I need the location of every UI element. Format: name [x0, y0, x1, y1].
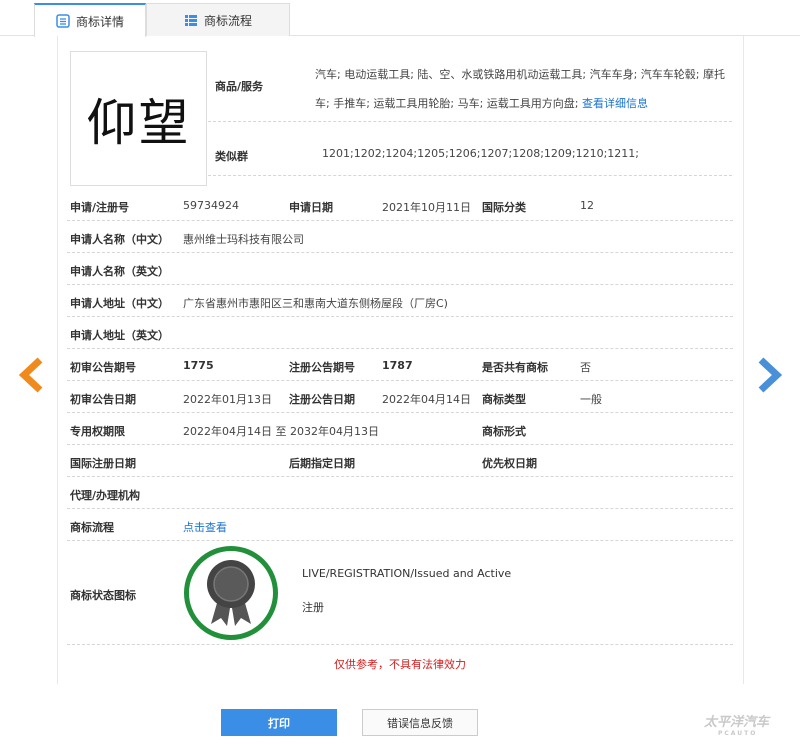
divider [208, 121, 732, 122]
watermark-text: 太平洋汽车 [704, 715, 770, 730]
exclusive-period-value: 2022年04月14日 至 2032年04月13日 [183, 425, 379, 438]
error-feedback-button[interactable]: 错误信息反馈 [362, 709, 478, 736]
agent-label: 代理/办理机构 [70, 489, 141, 502]
similar-group-value: 1201;1202;1204;1205;1206;1207;1208;1209;… [322, 147, 640, 160]
later-designation-label: 后期指定日期 [289, 457, 355, 470]
address-en-label: 申请人地址（英文） [70, 329, 169, 342]
status-ring [184, 546, 278, 640]
previous-arrow-icon[interactable] [18, 357, 44, 393]
view-details-link[interactable]: 查看详细信息 [582, 97, 648, 110]
reg-no-label: 申请/注册号 [70, 201, 130, 214]
list-icon [184, 13, 198, 27]
shared-label: 是否共有商标 [482, 361, 548, 374]
status-text-cn: 注册 [302, 601, 324, 614]
address-cn-value: 广东省惠州市惠阳区三和惠南大道东侧杨屋段（厂房C) [183, 297, 448, 310]
applicant-cn-value: 惠州维士玛科技有限公司 [183, 233, 304, 246]
shared-value: 否 [580, 361, 591, 374]
similar-group-label: 类似群 [215, 150, 248, 163]
divider [67, 252, 733, 253]
divider [67, 284, 733, 285]
divider [67, 316, 733, 317]
status-icon-label: 商标状态图标 [70, 589, 136, 602]
apply-date-label: 申请日期 [289, 201, 333, 214]
address-cn-label: 申请人地址（中文） [70, 297, 169, 310]
award-ribbon-icon [207, 560, 255, 626]
applicant-en-label: 申请人名称（英文） [70, 265, 169, 278]
prelim-pub-date-label: 初审公告日期 [70, 393, 136, 406]
divider [67, 412, 733, 413]
print-button[interactable]: 打印 [221, 709, 337, 736]
divider [67, 540, 733, 541]
apply-date-value: 2021年10月11日 [382, 201, 471, 214]
prelim-pub-no-value: 1775 [183, 359, 214, 372]
tm-type-value: 一般 [580, 393, 602, 406]
divider [67, 508, 733, 509]
tab-trademark-details[interactable]: 商标详情 [34, 3, 146, 37]
priority-date-label: 优先权日期 [482, 457, 537, 470]
goods-label: 商品/服务 [215, 80, 264, 93]
tm-form-label: 商标形式 [482, 425, 526, 438]
goods-list: 汽车; 电动运载工具; 陆、空、水或铁路用机动运载工具; 汽车车身; 汽车车轮毂… [315, 68, 726, 110]
tab-label: 商标流程 [203, 13, 252, 28]
tm-type-label: 商标类型 [482, 393, 526, 406]
divider [67, 380, 733, 381]
intl-class-value: 12 [580, 199, 594, 212]
goods-text: 汽车; 电动运载工具; 陆、空、水或铁路用机动运载工具; 汽车车身; 汽车车轮毂… [315, 60, 730, 118]
divider [67, 644, 733, 645]
reg-pub-date-value: 2022年04月14日 [382, 393, 471, 406]
reg-pub-no-label: 注册公告期号 [289, 361, 355, 374]
applicant-cn-label: 申请人名称（中文） [70, 233, 169, 246]
divider [67, 348, 733, 349]
process-view-link[interactable]: 点击查看 [183, 519, 227, 535]
prelim-pub-date-value: 2022年01月13日 [183, 393, 272, 406]
divider [67, 220, 733, 221]
divider [67, 444, 733, 445]
reg-no-value: 59734924 [183, 199, 239, 212]
prelim-pub-no-label: 初审公告期号 [70, 361, 136, 374]
next-arrow-icon[interactable] [757, 357, 783, 393]
intl-class-label: 国际分类 [482, 201, 526, 214]
trademark-image: 仰望 [70, 51, 207, 186]
document-icon [56, 14, 70, 28]
exclusive-period-label: 专用权期限 [70, 425, 125, 438]
reg-pub-no-value: 1787 [382, 359, 413, 372]
divider [208, 175, 732, 176]
process-label: 商标流程 [70, 521, 114, 534]
disclaimer: 仅供参考，不具有法律效力 [334, 658, 466, 671]
tab-bar: 商标详情 商标流程 [0, 0, 800, 37]
reg-pub-date-label: 注册公告日期 [289, 393, 355, 406]
intl-reg-date-label: 国际注册日期 [70, 457, 136, 470]
divider [67, 476, 733, 477]
tab-label: 商标详情 [75, 14, 124, 29]
status-text-en: LIVE/REGISTRATION/Issued and Active [302, 567, 512, 580]
tab-trademark-process[interactable]: 商标流程 [146, 3, 290, 36]
watermark-logo: 太平洋汽车 PCAUTO [704, 711, 769, 737]
watermark-subtext: PCAUTO [718, 730, 758, 737]
